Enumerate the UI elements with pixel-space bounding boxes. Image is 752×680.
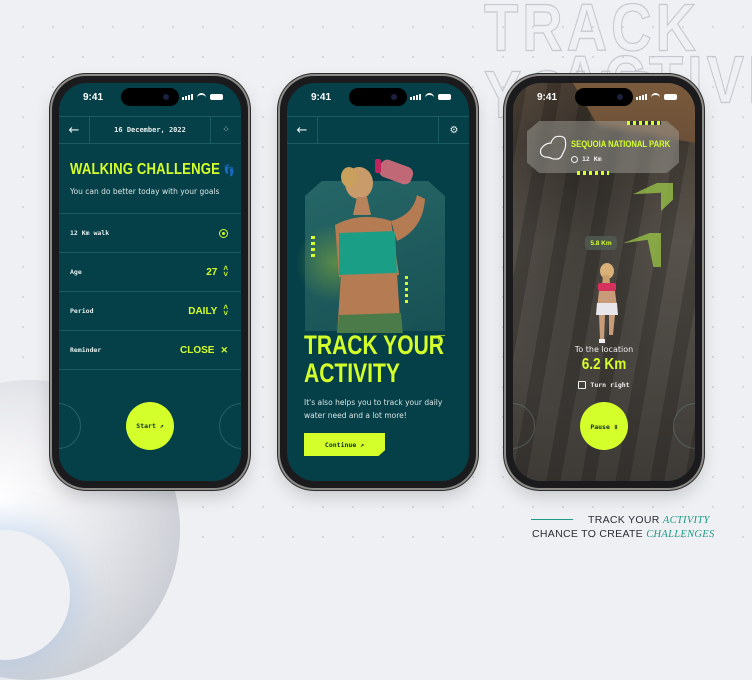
wifi-icon [425,93,434,100]
status-bar: 9:41 [287,83,469,113]
start-button[interactable]: Start ↗ [126,402,174,450]
reminder-value: CLOSE [180,344,215,356]
phone-walking-challenge: 9:41 ← 16 December, 2022 ⁘ WALKING CHALL… [52,76,248,488]
back-button[interactable]: ← [287,117,318,143]
page-title: TRACK YOUR ACTIVITY [304,331,444,387]
status-bar: 9:41 [59,83,241,113]
battery-icon [438,94,451,100]
arrow-left-icon: ← [68,122,80,138]
title-line2: ACTIVITY [304,358,400,388]
caption-line1: TRACK YOUR ACTIVITY [588,514,710,526]
chevron-updown-icon[interactable]: ˄ ˅ [223,265,228,279]
instruction-text: Turn right [590,381,630,389]
wifi-icon [651,93,660,100]
top-bar-spacer [318,117,438,143]
pause-button[interactable]: Pause ॥ [580,402,628,450]
settings-button[interactable]: ⚙ [438,117,469,143]
battery-icon [664,94,677,100]
menu-button[interactable]: ⁘ [210,117,241,143]
row-age[interactable]: Age 27 ˄ ˅ [59,252,241,291]
caption-line2-accent: CHALLENGES [646,529,715,540]
dynamic-island [349,88,407,106]
title-text: WALKING CHALLENGE [70,161,221,178]
row-label: Reminder [70,346,102,354]
arrow-left-icon: ← [296,122,308,138]
settings-list: 12 Km walk Age 27 ˄ ˅ Period DAILY ˄ ˅ Remin… [59,213,241,370]
caption-line2-prefix: CHANCE TO CREATE [532,528,643,540]
remaining-distance: 6.2 Km [581,356,627,373]
screen-track-activity: 9:41 ← ⚙ TRACK YOUR ACTIVITY It's also h… [287,83,469,481]
phone-navigation: 9:41 SEQUOIA NATIONAL PARK 12 Km 5.8 Km … [506,76,702,488]
row-label: Age [70,268,82,276]
signal-icon [410,94,421,100]
subtitle: You can do better today with your goals [70,187,220,196]
woman-drinking-image [335,159,425,333]
grid-dots-icon: ⁘ [222,125,230,135]
distance-icon [571,155,578,163]
chevron-updown-icon[interactable]: ˄ ˅ [223,304,228,318]
date-label: 16 December, 2022 [114,126,186,134]
turn-right-icon [578,381,587,389]
runner-image [596,263,618,343]
title-line1: TRACK YOUR [304,330,445,360]
checker-accent [311,233,315,257]
checker-accent [405,273,408,303]
age-value: 27 [206,266,218,278]
waypoint-distance: 5.8 Km [585,236,617,250]
turn-instruction: Turn right [513,381,695,389]
row-label: 12 Km walk [70,229,110,237]
continue-button[interactable]: Continue ↗ [304,433,385,456]
row-distance[interactable]: 12 Km walk [59,213,241,252]
top-bar: ← ⚙ [287,116,469,144]
period-value: DAILY [188,305,218,317]
close-icon[interactable]: ✕ [220,345,228,356]
battery-icon [210,94,223,100]
status-time: 9:41 [311,92,332,103]
caption-line1-accent: ACTIVITY [662,515,710,526]
footsteps-icon: 👣 [223,165,236,177]
gear-icon: ⚙ [449,124,459,136]
dynamic-island [575,88,633,106]
park-distance: 12 Km [571,155,602,163]
caption-line2: CHANCE TO CREATE CHALLENGES [532,528,715,540]
screen-walking-challenge: 9:41 ← 16 December, 2022 ⁘ WALKING CHALL… [59,83,241,481]
dynamic-island [121,88,179,106]
status-time: 9:41 [83,92,104,103]
decorative-arc [59,403,81,449]
phone-track-activity: 9:41 ← ⚙ TRACK YOUR ACTIVITY It's also h… [280,76,476,488]
top-bar: ← 16 December, 2022 ⁘ [59,116,241,144]
caption-divider [531,519,573,520]
description: It's also helps you to track your daily … [304,398,443,420]
row-reminder[interactable]: Reminder CLOSE ✕ [59,330,241,370]
route-map-icon [539,135,567,160]
caption-line1-prefix: TRACK YOUR [588,514,660,526]
checker-accent [577,171,609,175]
status-bar: 9:41 [513,83,695,113]
page-title: WALKING CHALLENGE 👣 [70,161,235,179]
screen-navigation: 9:41 SEQUOIA NATIONAL PARK 12 Km 5.8 Km … [513,83,695,481]
hero-image [287,143,469,333]
wifi-icon [197,93,206,100]
checker-accent [627,121,661,125]
row-period[interactable]: Period DAILY ˄ ˅ [59,291,241,330]
signal-icon [182,94,193,100]
decorative-arc [219,403,241,449]
back-button[interactable]: ← [59,117,90,143]
to-location-label: To the location [574,345,634,354]
status-time: 9:41 [537,92,558,103]
row-label: Period [70,307,94,315]
park-distance-value: 12 Km [582,155,602,163]
location-pin-icon[interactable] [219,228,228,238]
park-name: SEQUOIA NATIONAL PARK [571,139,671,149]
signal-icon [636,94,647,100]
